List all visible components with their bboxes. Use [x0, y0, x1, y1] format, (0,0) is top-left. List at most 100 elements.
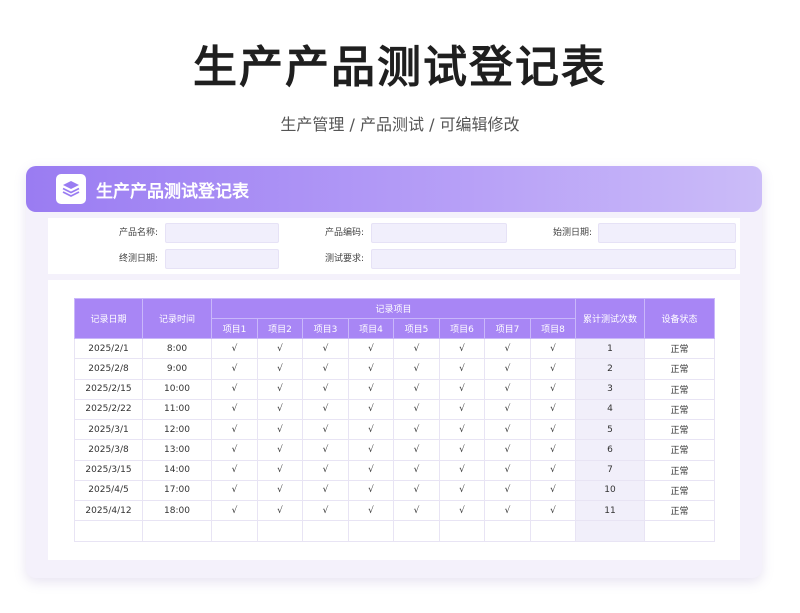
cell-item-check[interactable]: √	[439, 439, 485, 461]
cell-item-check[interactable]: √	[529, 378, 577, 400]
cell-item-check[interactable]: √	[348, 358, 394, 380]
cell-item-check[interactable]: √	[211, 378, 258, 400]
cell-count[interactable]: 7	[575, 459, 646, 481]
cell-date[interactable]: 2025/2/1	[74, 337, 143, 360]
cell-item-check[interactable]: √	[302, 439, 349, 461]
cell-date[interactable]: 2025/3/15	[74, 459, 143, 481]
cell-item-check[interactable]: √	[393, 398, 440, 421]
cell-item-check[interactable]: √	[529, 439, 577, 461]
cell-item-check[interactable]: √	[257, 358, 303, 380]
cell-count[interactable]: 2	[575, 358, 646, 380]
cell-count[interactable]: 11	[575, 499, 646, 522]
cell-item-check[interactable]: √	[439, 499, 485, 522]
cell-item-check[interactable]: √	[484, 358, 531, 380]
cell-count[interactable]: 6	[575, 439, 646, 461]
cell-item-check[interactable]: √	[529, 358, 577, 380]
cell-item-check[interactable]: √	[393, 358, 440, 380]
cell-time[interactable]: 11:00	[142, 398, 212, 421]
cell-item-check[interactable]: √	[393, 439, 440, 461]
cell-item-check[interactable]: √	[484, 499, 531, 522]
cell-time[interactable]: 17:00	[142, 479, 212, 502]
cell-item-check[interactable]: √	[529, 459, 577, 481]
cell-item-check[interactable]: √	[257, 479, 303, 502]
start-date-field[interactable]	[598, 223, 736, 243]
cell-status[interactable]: 正常	[644, 398, 716, 421]
cell-date[interactable]	[74, 520, 143, 542]
cell-item-check[interactable]: √	[348, 398, 394, 421]
cell-status[interactable]: 正常	[644, 378, 716, 400]
cell-item-check[interactable]: √	[211, 358, 258, 380]
cell-count[interactable]: 10	[575, 479, 646, 502]
cell-item-check[interactable]: √	[529, 418, 577, 441]
cell-item-check[interactable]: √	[393, 499, 440, 522]
cell-count[interactable]: 5	[575, 418, 646, 441]
cell-item-check[interactable]: √	[484, 398, 531, 421]
cell-item-check[interactable]: √	[211, 337, 258, 360]
cell-date[interactable]: 2025/2/8	[74, 358, 143, 380]
cell-item-check[interactable]: √	[439, 418, 485, 441]
cell-item-check[interactable]: √	[439, 378, 485, 400]
cell-item-check[interactable]: √	[302, 378, 349, 400]
cell-item-check[interactable]: √	[484, 459, 531, 481]
cell-item-check[interactable]: √	[348, 499, 394, 522]
product-code-field[interactable]	[371, 223, 507, 243]
cell-item-check[interactable]: √	[529, 337, 577, 360]
cell-time[interactable]: 8:00	[142, 337, 212, 360]
cell-item-check[interactable]: √	[348, 378, 394, 400]
cell-item-check[interactable]: √	[302, 499, 349, 522]
cell-date[interactable]: 2025/3/1	[74, 418, 143, 441]
cell-item-check[interactable]: √	[439, 479, 485, 502]
cell-item-check[interactable]: √	[439, 358, 485, 380]
cell-item-check[interactable]: √	[302, 418, 349, 441]
cell-item-check[interactable]	[348, 520, 394, 542]
cell-item-check[interactable]: √	[211, 398, 258, 421]
cell-time[interactable]	[142, 520, 212, 542]
cell-item-check[interactable]: √	[211, 499, 258, 522]
cell-item-check[interactable]: √	[302, 337, 349, 360]
cell-item-check[interactable]: √	[257, 378, 303, 400]
cell-item-check[interactable]: √	[302, 479, 349, 502]
cell-item-check[interactable]: √	[302, 398, 349, 421]
cell-item-check[interactable]: √	[393, 337, 440, 360]
cell-item-check[interactable]: √	[439, 398, 485, 421]
cell-time[interactable]: 9:00	[142, 358, 212, 380]
cell-item-check[interactable]: √	[529, 499, 577, 522]
cell-item-check[interactable]: √	[257, 439, 303, 461]
cell-item-check[interactable]: √	[302, 459, 349, 481]
cell-item-check[interactable]: √	[257, 398, 303, 421]
cell-count[interactable]: 3	[575, 378, 646, 400]
cell-count[interactable]: 1	[575, 337, 646, 360]
cell-date[interactable]: 2025/4/12	[74, 499, 143, 522]
cell-item-check[interactable]	[302, 520, 349, 542]
cell-item-check[interactable]: √	[529, 398, 577, 421]
cell-status[interactable]: 正常	[644, 479, 716, 502]
cell-item-check[interactable]: √	[257, 459, 303, 481]
cell-item-check[interactable]: √	[348, 479, 394, 502]
cell-item-check[interactable]: √	[211, 459, 258, 481]
cell-status[interactable]: 正常	[644, 337, 716, 360]
cell-time[interactable]: 13:00	[142, 439, 212, 461]
cell-item-check[interactable]: √	[257, 418, 303, 441]
cell-item-check[interactable]: √	[439, 337, 485, 360]
cell-item-check[interactable]: √	[484, 378, 531, 400]
cell-item-check[interactable]: √	[484, 439, 531, 461]
cell-date[interactable]: 2025/2/15	[74, 378, 143, 400]
cell-item-check[interactable]: √	[257, 499, 303, 522]
cell-status[interactable]	[644, 520, 716, 542]
end-date-field[interactable]	[165, 249, 279, 269]
cell-item-check[interactable]	[257, 520, 303, 542]
requirement-field[interactable]	[371, 249, 736, 269]
product-name-field[interactable]	[165, 223, 279, 243]
cell-item-check[interactable]: √	[393, 418, 440, 441]
cell-status[interactable]: 正常	[644, 459, 716, 481]
cell-time[interactable]: 18:00	[142, 499, 212, 522]
cell-item-check[interactable]: √	[393, 378, 440, 400]
cell-item-check[interactable]: √	[257, 337, 303, 360]
cell-status[interactable]: 正常	[644, 439, 716, 461]
cell-item-check[interactable]: √	[348, 459, 394, 481]
cell-item-check[interactable]: √	[348, 418, 394, 441]
cell-item-check[interactable]: √	[348, 337, 394, 360]
cell-date[interactable]: 2025/2/22	[74, 398, 143, 421]
cell-item-check[interactable]	[439, 520, 485, 542]
cell-status[interactable]: 正常	[644, 418, 716, 441]
